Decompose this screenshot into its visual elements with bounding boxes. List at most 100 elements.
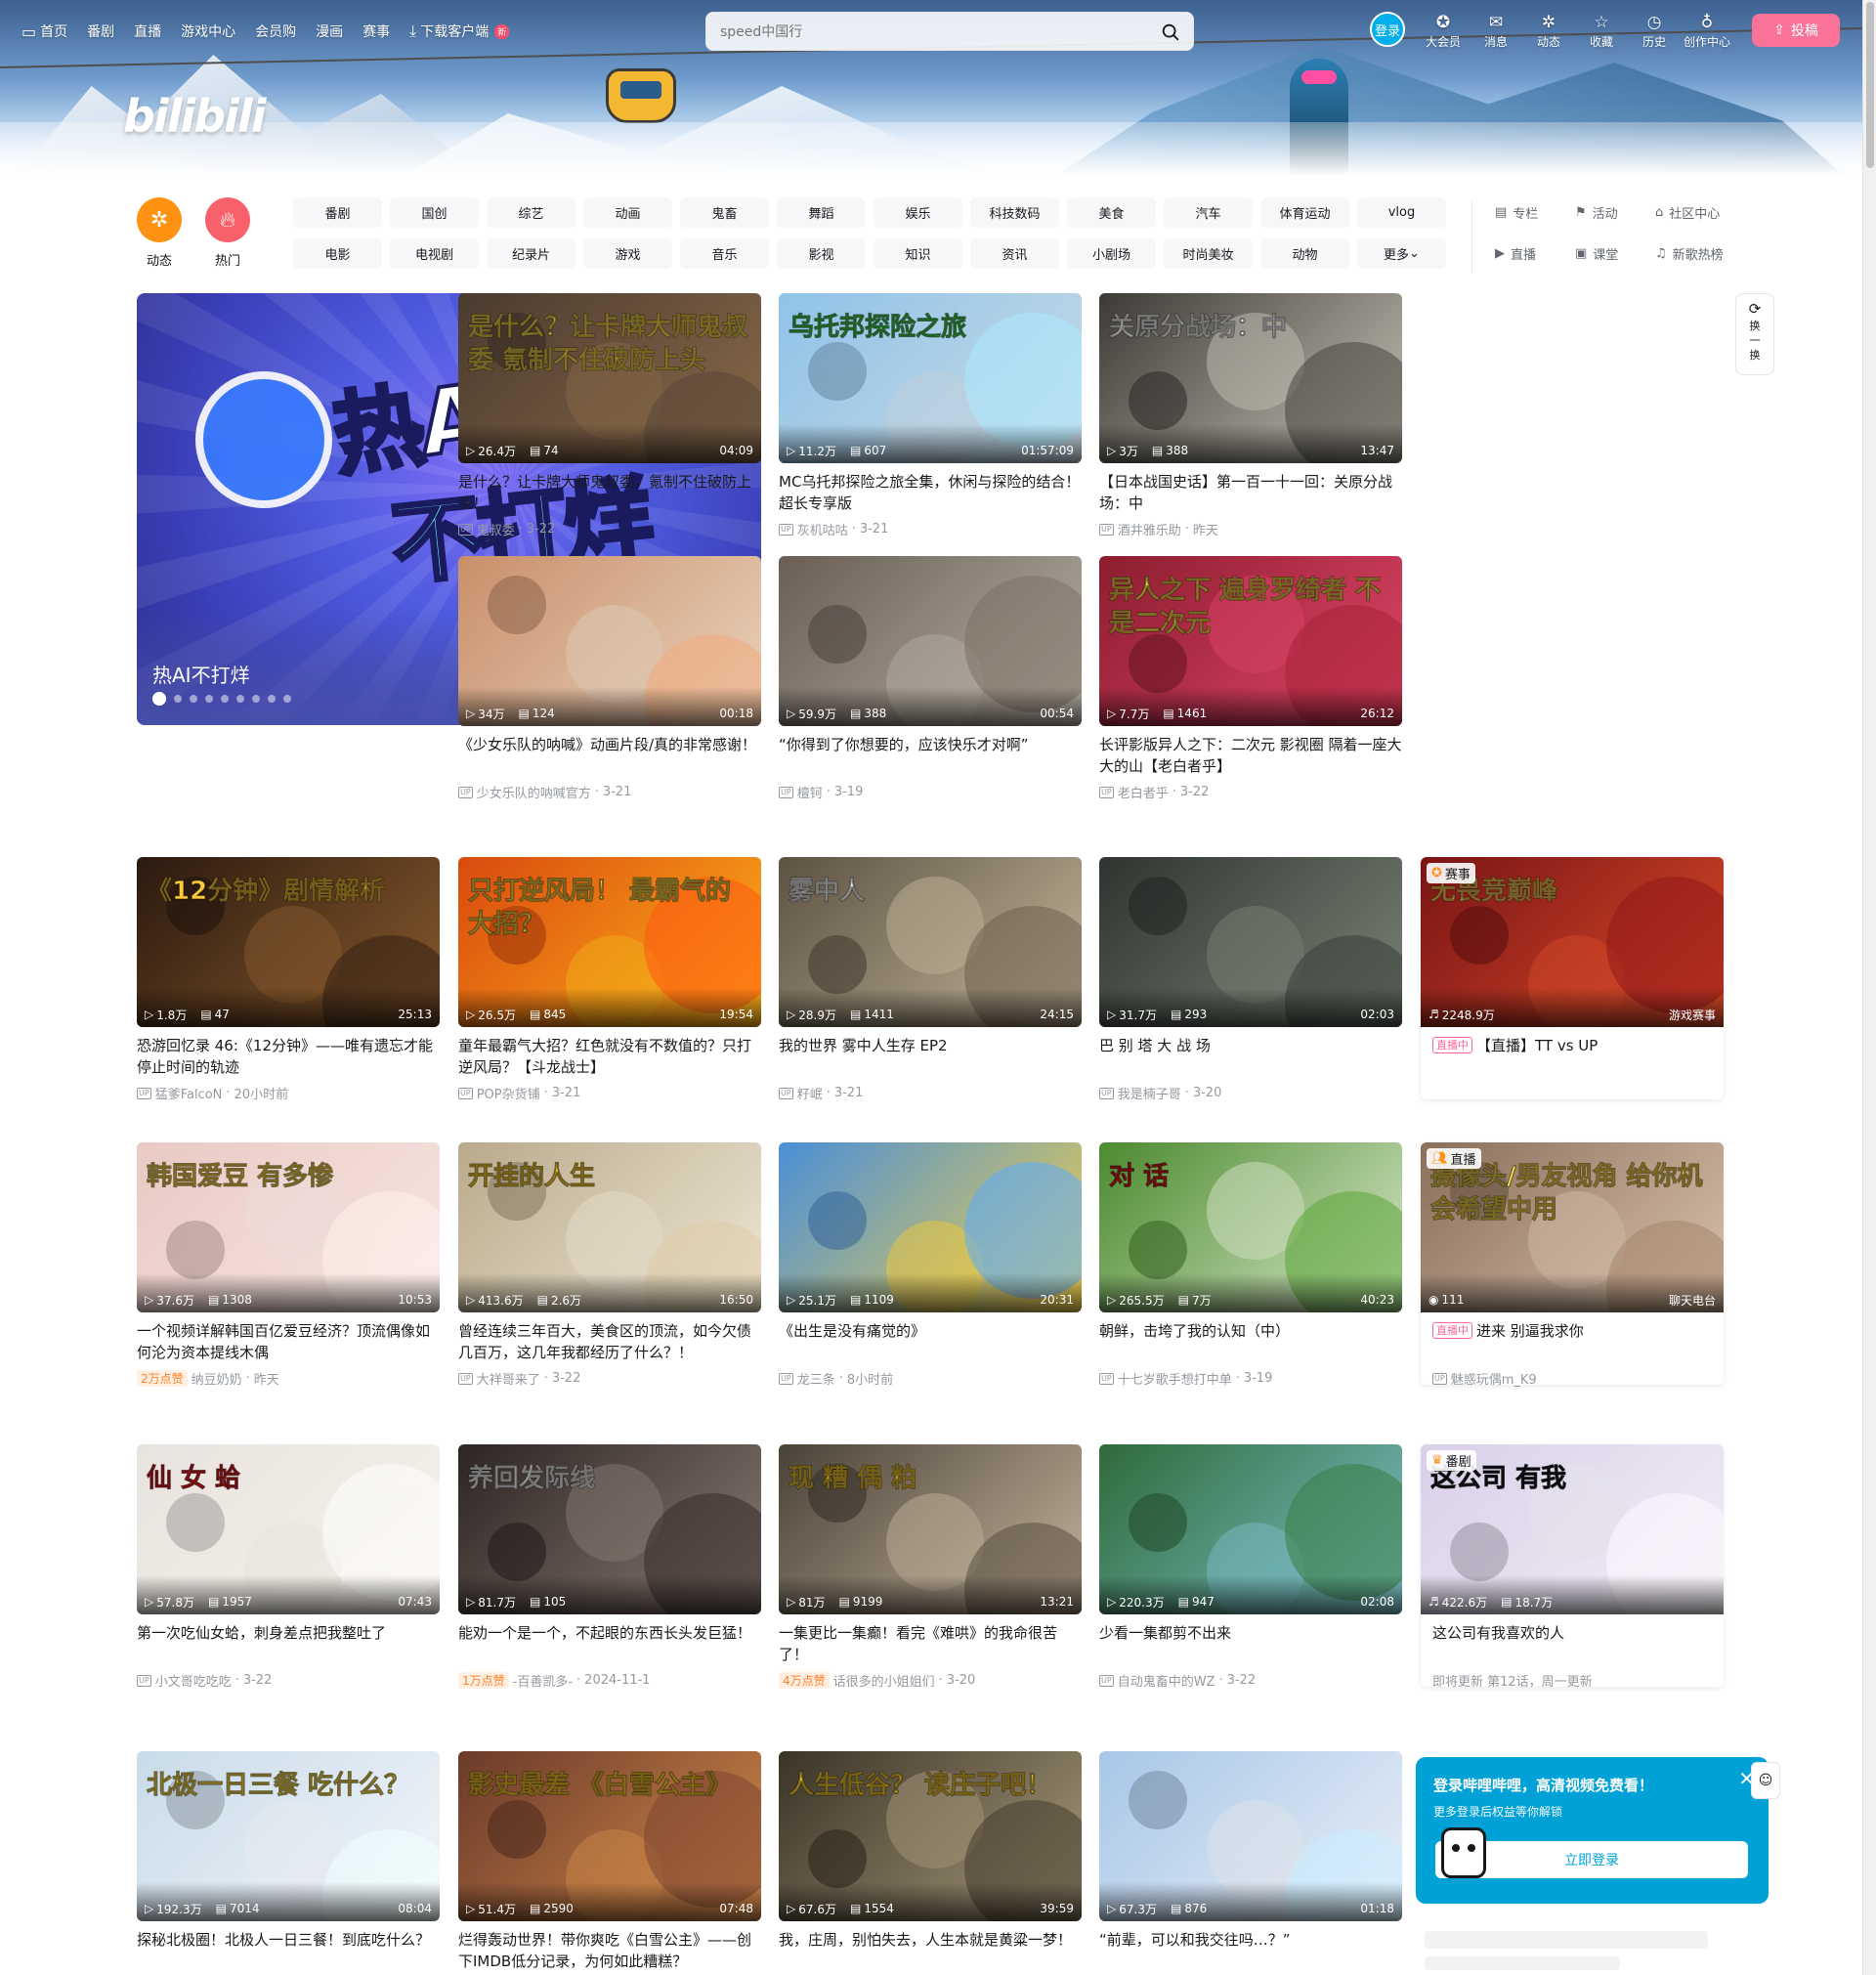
video-title[interactable]: 直播中 【直播】TT vs UP: [1421, 1035, 1724, 1078]
video-card[interactable]: 《12分钟》剧情解析 ▷ 1.8万 ▤ 47 25:13 恐游回忆录 46:《12分钟》——…: [137, 857, 440, 1102]
video-title[interactable]: MC乌托邦探险之旅全集，休闲与探险的结合！超长专享版: [779, 471, 1082, 514]
author-name[interactable]: 老白者乎: [1118, 783, 1169, 801]
video-meta[interactable]: UP 十七岁歌手想打中单 · 3-19: [1099, 1369, 1402, 1388]
video-thumbnail[interactable]: 对 话 ▷ 265.5万 ▤ 7万 40:23: [1099, 1142, 1402, 1312]
user-nav-3[interactable]: ☆ 收藏: [1575, 12, 1628, 50]
video-card[interactable]: 韩国爱豆 有多惨 ▷ 37.6万 ▤ 1308 10:53 一个视频详解韩国百亿爱豆经济？顶…: [137, 1142, 440, 1388]
author-name[interactable]: 纳豆奶奶: [192, 1369, 242, 1388]
user-nav-1[interactable]: ✉ 消息: [1470, 12, 1522, 50]
flame-icon[interactable]: 🔥︎: [205, 197, 250, 242]
carousel-title[interactable]: 热AI不打烊: [152, 660, 250, 688]
author-name[interactable]: 十七岁歌手想打中单: [1118, 1369, 1232, 1388]
channel-1[interactable]: 国创: [390, 197, 479, 228]
channel-11[interactable]: vlog: [1357, 197, 1446, 228]
user-nav-2[interactable]: ✲ 动态: [1522, 12, 1575, 50]
carousel-dot[interactable]: [152, 692, 166, 706]
video-card[interactable]: 异人之下 遍身罗绮者 不是二次元 ▷ 7.7万 ▤ 1461 26:12 长评影版异人之下：…: [1099, 556, 1402, 801]
wind-icon[interactable]: ✲: [137, 197, 182, 242]
video-card[interactable]: ▷ 59.9万 ▤ 388 00:54 “你得到了你想要的，应该快乐才对啊” UP 檀钶 · 3-…: [779, 556, 1082, 801]
author-name[interactable]: 龙三条: [797, 1369, 835, 1388]
video-meta[interactable]: UP POP杂货铺 · 3-21: [458, 1084, 761, 1102]
channel-5[interactable]: 舞蹈: [777, 197, 866, 228]
video-card[interactable]: ▷ 67.3万 ▤ 876 01:18 “前辈，可以和我交往吗…？”: [1099, 1751, 1402, 1975]
video-thumbnail[interactable]: ▷ 31.7万 ▤ 293 02:03: [1099, 857, 1402, 1027]
video-meta[interactable]: UP 魅惑玩偶m_K9: [1421, 1369, 1724, 1388]
video-card[interactable]: ▷ 34万 ▤ 124 00:18 《少女乐队的呐喊》动画片段/真的非常感谢！ UP 少女乐队…: [458, 556, 761, 801]
video-thumbnail[interactable]: 是什么？让卡牌大师鬼叔委 氪制不住破防上头 ▷ 26.4万 ▤ 74 04:09: [458, 293, 761, 463]
carousel-dot[interactable]: [190, 695, 197, 703]
author-name[interactable]: 自动鬼畜中的WZ: [1118, 1671, 1215, 1690]
channel-18[interactable]: 知识: [874, 238, 962, 269]
channel-17[interactable]: 影视: [777, 238, 866, 269]
video-card[interactable]: 这公司 有我 ♛ 番剧 ♬ 422.6万 ▤ 18.7万 这公司有我喜欢的人 即将更新 第12话…: [1421, 1444, 1724, 1690]
video-meta[interactable]: 2万点赞 纳豆奶奶 · 昨天: [137, 1369, 440, 1388]
customer-service-icon[interactable]: ☺: [1751, 1762, 1780, 1799]
login-avatar[interactable]: 登录: [1370, 12, 1405, 47]
video-title[interactable]: 探秘北极圈！北极人一日三餐！到底吃什么？: [137, 1929, 440, 1972]
video-thumbnail[interactable]: 养回发际线 ▷ 81.7万 ▤ 105: [458, 1444, 761, 1614]
author-name[interactable]: 大祥哥来了: [477, 1369, 540, 1388]
nav-2[interactable]: 直播: [134, 21, 161, 41]
author-name[interactable]: 酒井雅乐助: [1118, 520, 1181, 538]
video-thumbnail[interactable]: 北极一日三餐 吃什么？ ▷ 192.3万 ▤ 7014 08:04: [137, 1751, 440, 1921]
search-box[interactable]: [705, 12, 1194, 51]
carousel-dot[interactable]: [252, 695, 260, 703]
video-title[interactable]: 烂得轰动世界！带你爽吃《白雪公主》——创下IMDB低分记录，为何如此糟糕？: [458, 1929, 761, 1972]
video-card[interactable]: 现 糟 偶 粕 ▷ 81万 ▤ 9199 13:21 一集更比一集癫！看完《难哄》的我命很苦…: [779, 1444, 1082, 1690]
refresh-button[interactable]: ⟳ 换一换: [1735, 293, 1774, 375]
channel-6[interactable]: 娱乐: [874, 197, 962, 228]
video-thumbnail[interactable]: 这公司 有我 ♛ 番剧 ♬ 422.6万 ▤ 18.7万: [1421, 1444, 1724, 1614]
channel-13[interactable]: 电视剧: [390, 238, 479, 269]
video-title[interactable]: 童年最霸气大招？红色就没有不数值的？只打逆风局？【斗龙战士】: [458, 1035, 761, 1078]
video-title[interactable]: 《出生是没有痛觉的》: [779, 1320, 1082, 1363]
carousel-dot[interactable]: [268, 695, 276, 703]
video-meta[interactable]: UP 我是楠子哥 · 3-20: [1099, 1084, 1402, 1102]
video-card[interactable]: ▷ 25.1万 ▤ 1109 20:31 《出生是没有痛觉的》 UP 龙三条 · 8小时前: [779, 1142, 1082, 1388]
scrollbar-thumb[interactable]: [1866, 2, 1874, 168]
video-thumbnail[interactable]: 雾中人 ▷ 28.9万 ▤ 1411 24:15: [779, 857, 1082, 1027]
nav-0[interactable]: ▭ 首页: [21, 21, 67, 41]
video-thumbnail[interactable]: 摄像头/男友视角 给你机会希望中用 👥︎ 直播 ◉ 111 聊天电台: [1421, 1142, 1724, 1312]
nav-7[interactable]: ⤓ 下载客户端新: [409, 21, 510, 41]
nav-5[interactable]: 漫画: [316, 21, 343, 41]
carousel-dot[interactable]: [236, 695, 244, 703]
video-card[interactable]: 养回发际线 ▷ 81.7万 ▤ 105 能劝一个是一个，不起眼的东西长头发巨猛！ 1万点赞 -…: [458, 1444, 761, 1690]
channel-2[interactable]: 综艺: [487, 197, 576, 228]
video-card[interactable]: 乌托邦探险之旅 ▷ 11.2万 ▤ 607 01:57:09 MC乌托邦探险之旅全集，休闲与…: [779, 293, 1082, 538]
author-name[interactable]: 我是楠子哥: [1118, 1084, 1181, 1102]
video-meta[interactable]: 4万点赞 话很多的小姐姐们 · 3-20: [779, 1671, 1082, 1690]
user-nav-0[interactable]: ✪ 大会员: [1417, 12, 1470, 50]
author-name[interactable]: 鬼叔委: [477, 520, 515, 538]
channel-extra-2[interactable]: ⌂ 社区中心: [1655, 197, 1731, 228]
channel-21[interactable]: 时尚美妆: [1164, 238, 1253, 269]
video-card[interactable]: 仙 女 蛤 ▷ 57.8万 ▤ 1957 07:43 第一次吃仙女蛤，刺身差点把我整吐了 UP…: [137, 1444, 440, 1690]
video-card[interactable]: 人生低谷？ 读庄子吧！ ▷ 67.6万 ▤ 1554 39:59 我，庄周，别怕失去，人生本…: [779, 1751, 1082, 1975]
channel-extra-0[interactable]: ▤ 专栏: [1495, 197, 1571, 228]
channel-more[interactable]: 更多 ⌄: [1357, 238, 1446, 269]
channel-9[interactable]: 汽车: [1164, 197, 1253, 228]
video-thumbnail[interactable]: 《12分钟》剧情解析 ▷ 1.8万 ▤ 47 25:13: [137, 857, 440, 1027]
video-meta[interactable]: UP 少女乐队的呐喊官方 · 3-21: [458, 783, 761, 801]
video-title[interactable]: 一集更比一集癫！看完《难哄》的我命很苦了！: [779, 1622, 1082, 1665]
video-title[interactable]: 这公司有我喜欢的人: [1421, 1622, 1724, 1665]
video-thumbnail[interactable]: ▷ 25.1万 ▤ 1109 20:31: [779, 1142, 1082, 1312]
video-title[interactable]: 一个视频详解韩国百亿爱豆经济？顶流偶像如何沦为资本提线木偶: [137, 1320, 440, 1363]
video-card[interactable]: 开挂的人生 ▷ 413.6万 ▤ 2.6万 16:50 曾经连续三年百大，美食区的顶流，如今…: [458, 1142, 761, 1388]
author-name[interactable]: 灰机咕咕: [797, 520, 848, 538]
carousel-dot[interactable]: [221, 695, 229, 703]
video-card[interactable]: ▷ 220.3万 ▤ 947 02:08 少看一集都剪不出来 UP 自动鬼畜中的WZ · 3-22: [1099, 1444, 1402, 1690]
video-title[interactable]: 【日本战国史话】第一百一十一回：关原分战场：中: [1099, 471, 1402, 514]
video-thumbnail[interactable]: ▷ 67.3万 ▤ 876 01:18: [1099, 1751, 1402, 1921]
channel-extra-5[interactable]: ♫ 新歌热榜: [1655, 238, 1731, 269]
video-title[interactable]: 我，庄周，别怕失去，人生本就是黄粱一梦！: [779, 1929, 1082, 1972]
channel-extra-3[interactable]: ▶ 直播: [1495, 238, 1571, 269]
video-title[interactable]: 恐游回忆录 46:《12分钟》——唯有遗忘才能停止时间的轨迹: [137, 1035, 440, 1078]
bilibili-logo[interactable]: bilibili: [123, 90, 266, 143]
video-meta[interactable]: 1万点赞 -百善凯多- · 2024-11-1: [458, 1671, 761, 1690]
video-card[interactable]: 只打逆风局！ 最霸气的大招？ ▷ 26.5万 ▤ 845 19:54 童年最霸气大招？红色就…: [458, 857, 761, 1102]
author-name[interactable]: 檀钶: [797, 783, 823, 801]
nav-4[interactable]: 会员购: [255, 21, 296, 41]
video-meta[interactable]: UP 籽岷 · 3-21: [779, 1084, 1082, 1102]
video-title[interactable]: “你得到了你想要的，应该快乐才对啊”: [779, 734, 1082, 777]
video-title[interactable]: 长评影版异人之下：二次元 影视圈 隔着一座大大的山【老白者乎】: [1099, 734, 1402, 777]
